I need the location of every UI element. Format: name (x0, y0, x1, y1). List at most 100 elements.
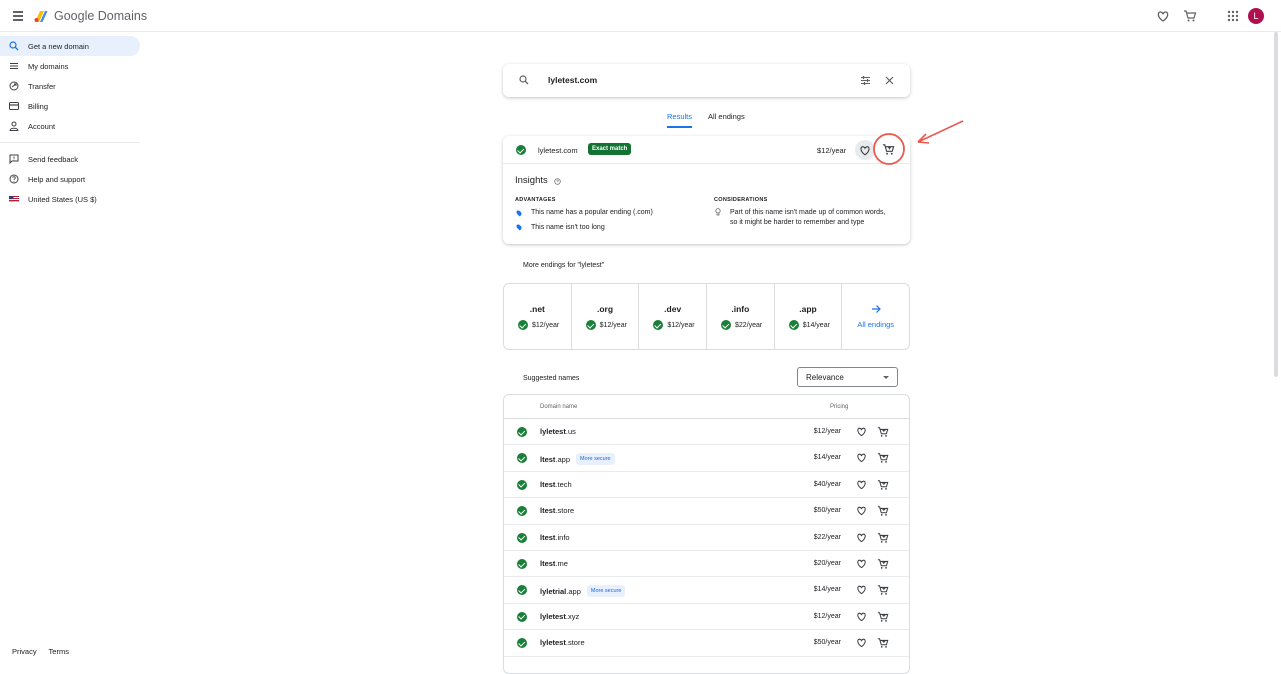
sort-select[interactable]: Relevance (797, 367, 898, 387)
available-check-icon (517, 427, 527, 437)
add-to-cart-icon[interactable] (877, 611, 889, 623)
heart-icon[interactable] (856, 453, 867, 463)
table-row[interactable]: ltest .me $20/year (504, 551, 909, 578)
sidebar-item-transfer[interactable]: Transfer (0, 76, 140, 96)
feedback-icon (9, 154, 19, 164)
add-to-cart-icon[interactable] (877, 452, 889, 464)
sidebar-item-region[interactable]: United States (US $) (0, 189, 140, 209)
domain-name-stem: lyletrial (540, 586, 567, 596)
add-to-cart-icon[interactable] (877, 426, 889, 438)
terms-link[interactable]: Terms (49, 647, 69, 656)
consideration-line-1: Part of this name isn't made up of commo… (730, 209, 886, 216)
sidebar-item-label: Help and support (28, 175, 86, 184)
sidebar-item-get-new-domain[interactable]: Get a new domain (0, 36, 140, 56)
column-domain-name: Domain name (540, 404, 578, 410)
add-to-cart-icon[interactable] (877, 505, 889, 517)
heart-icon[interactable] (856, 559, 867, 569)
ending-card-info[interactable]: .info $22/year (707, 284, 775, 349)
more-secure-badge: More secure (586, 585, 626, 598)
domain-price: $22/year (813, 533, 841, 541)
table-row[interactable]: ltest .info $22/year (504, 525, 909, 551)
domain-name[interactable]: lyletest .us (540, 427, 576, 436)
domain-name[interactable]: ltest .info (540, 533, 570, 542)
tab-results[interactable]: Results (667, 112, 692, 121)
domain-name[interactable]: ltest .me (540, 559, 568, 568)
table-row[interactable]: lyletest .store $50/year (504, 630, 909, 657)
sidebar-item-label: My domains (28, 62, 69, 71)
table-row[interactable]: lyletest .us $12/year (504, 419, 909, 446)
privacy-link[interactable]: Privacy (12, 647, 37, 656)
heart-icon[interactable] (856, 533, 867, 543)
consideration-line-2: so it might be harder to remember and ty… (730, 219, 865, 226)
sidebar-item-billing[interactable]: Billing (0, 96, 140, 116)
available-check-icon (517, 611, 527, 622)
domain-name-ending: .me (555, 558, 568, 568)
brand-name[interactable]: Google Domains (54, 9, 147, 23)
available-check-icon (517, 532, 527, 543)
heart-icon[interactable] (856, 506, 867, 516)
sidebar-item-help[interactable]: Help and support (0, 169, 140, 189)
arrow-right-icon (872, 305, 882, 313)
available-check-icon (585, 320, 596, 330)
add-to-cart-icon[interactable] (877, 532, 889, 544)
add-to-cart-icon[interactable] (877, 479, 889, 491)
sidebar-item-send-feedback[interactable]: Send feedback (0, 149, 140, 169)
sort-select-value: Relevance (806, 373, 844, 382)
dropdown-arrow-icon (883, 376, 889, 379)
heart-icon[interactable] (856, 638, 867, 648)
ending-tld: .org (596, 304, 614, 314)
add-to-cart-icon[interactable] (877, 558, 889, 570)
domain-name[interactable]: lyletrial .app More secure (540, 585, 626, 598)
available-check-icon (517, 506, 527, 517)
column-pricing: Pricing (830, 404, 849, 410)
heart-icon[interactable] (856, 480, 867, 490)
search-icon (519, 75, 529, 85)
domain-name[interactable]: ltest .tech (540, 480, 572, 489)
info-help-icon[interactable] (554, 178, 561, 185)
ending-card-net[interactable]: .net $12/year (504, 284, 572, 349)
domain-price: $12/year (813, 612, 841, 620)
table-row[interactable]: ltest .tech $40/year (504, 472, 909, 499)
ending-price: $12/year (532, 321, 560, 329)
considerations-title: CONSIDERATIONS (714, 197, 768, 203)
available-check-icon (788, 320, 799, 330)
search-input[interactable]: lyletest.com (548, 75, 597, 85)
heart-icon[interactable] (856, 612, 867, 622)
domain-name[interactable]: ltest .store (540, 506, 574, 515)
domain-name[interactable]: lyletest .xyz (540, 612, 579, 621)
domain-search-box[interactable]: lyletest.com (503, 64, 910, 97)
add-to-cart-icon[interactable] (877, 637, 889, 649)
heart-icon[interactable] (856, 427, 867, 437)
domain-name[interactable]: lyletest .store (540, 638, 585, 647)
exact-domain-name[interactable]: lyletest.com (538, 146, 578, 155)
ending-card-dev[interactable]: .dev $12/year (639, 284, 708, 349)
add-to-cart-icon[interactable] (877, 584, 889, 596)
more-secure-badge: More secure (576, 453, 615, 466)
active-tab-indicator (667, 126, 692, 128)
heart-icon[interactable] (856, 585, 867, 595)
ending-tld: .info (731, 304, 750, 314)
table-row[interactable]: ltest .store $50/year (504, 498, 909, 525)
apps-grid-icon[interactable] (1226, 9, 1240, 23)
google-domains-logo[interactable] (33, 8, 49, 24)
table-row[interactable]: lyletest .xyz $12/year (504, 604, 909, 631)
favorites-heart-icon[interactable] (1156, 9, 1170, 23)
clear-search-icon[interactable] (885, 76, 894, 85)
ending-card-app[interactable]: .app $14/year (775, 284, 843, 349)
available-check-icon (721, 320, 732, 330)
page-scrollbar[interactable] (1274, 32, 1278, 377)
all-endings-link[interactable]: All endings (842, 284, 909, 349)
ending-card-org[interactable]: .org $12/year (572, 284, 640, 349)
filter-tune-icon[interactable] (860, 75, 871, 86)
annotation-highlight (873, 120, 964, 165)
avatar[interactable]: L (1248, 8, 1264, 24)
insights-title: Insights (515, 175, 548, 186)
main-menu-icon[interactable] (13, 11, 23, 21)
table-row[interactable]: lyletrial .app More secure $14/year (504, 577, 909, 604)
domain-name[interactable]: ltest .app More secure (540, 453, 615, 466)
tab-all-endings[interactable]: All endings (708, 112, 745, 121)
table-row[interactable]: ltest .app More secure $14/year (504, 445, 909, 472)
shopping-cart-icon[interactable] (1183, 9, 1197, 23)
sidebar-item-account[interactable]: Account (0, 116, 140, 136)
sidebar-item-my-domains[interactable]: My domains (0, 56, 140, 76)
